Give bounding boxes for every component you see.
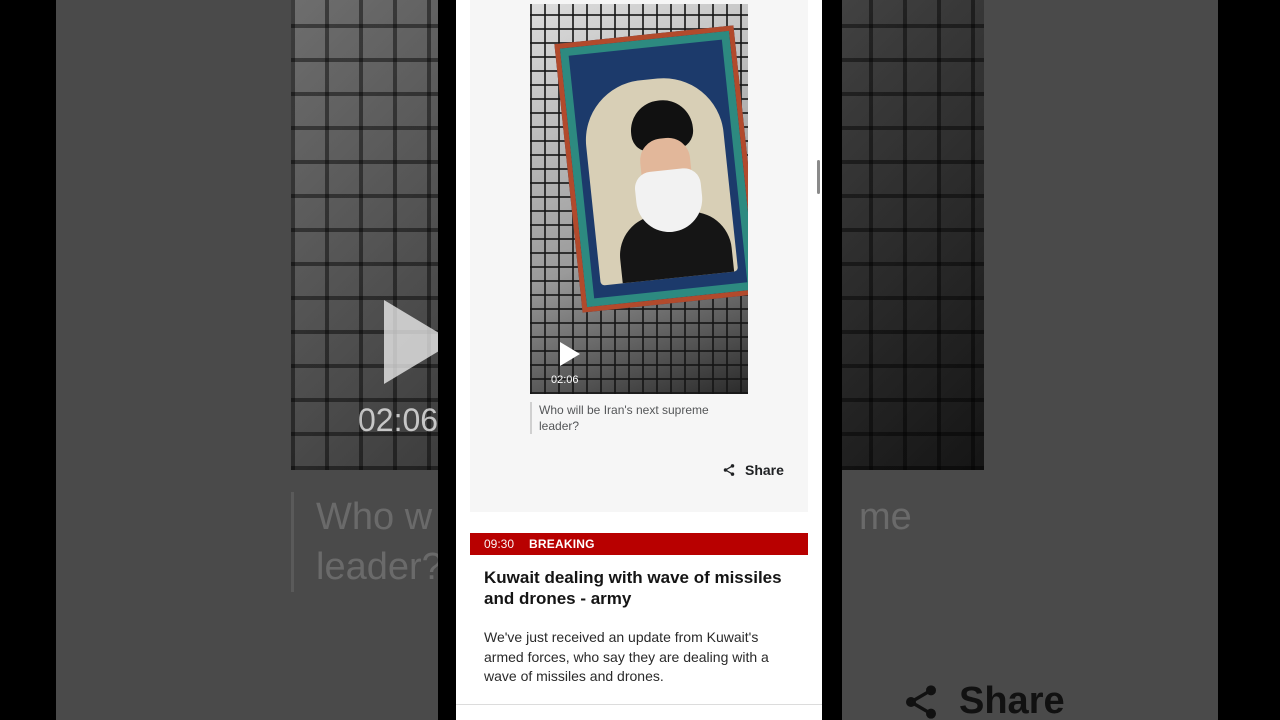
portrait-tapestry [554,25,748,313]
video-player[interactable]: 02:06 [530,4,748,394]
breaking-banner: 09:30 BREAKING [470,533,808,555]
phone-frame: 02:06 Who will be Iran's next supreme le… [438,0,842,720]
share-button[interactable]: Share [722,462,784,478]
video-post-card: 02:06 Who will be Iran's next supreme le… [470,0,808,512]
share-label: Share [745,462,784,478]
post-time: 09:30 [484,537,515,551]
post-headline: Kuwait dealing with wave of missiles and… [484,568,782,608]
background-duration: 02:06 [358,402,439,438]
play-icon[interactable] [560,342,580,366]
live-page: 02:06 Who will be Iran's next supreme le… [456,0,822,720]
breaking-badge: BREAKING [529,537,595,551]
portrait-background [579,72,739,286]
background-share-label: Share [959,680,1065,720]
background-caption-line1: Who w [316,496,433,538]
share-icon [723,464,735,476]
scrollbar[interactable] [817,160,820,194]
background-share-icon [906,684,936,719]
background-caption-line2: leader? [316,546,443,588]
post-body: We've just received an update from Kuwai… [484,629,769,684]
video-caption: Who will be Iran's next supreme leader? [530,402,729,434]
background-caption-line1-tail: me [859,496,912,538]
background-share: Share [901,680,1065,720]
video-duration: 02:06 [551,374,579,386]
divider [456,704,822,705]
